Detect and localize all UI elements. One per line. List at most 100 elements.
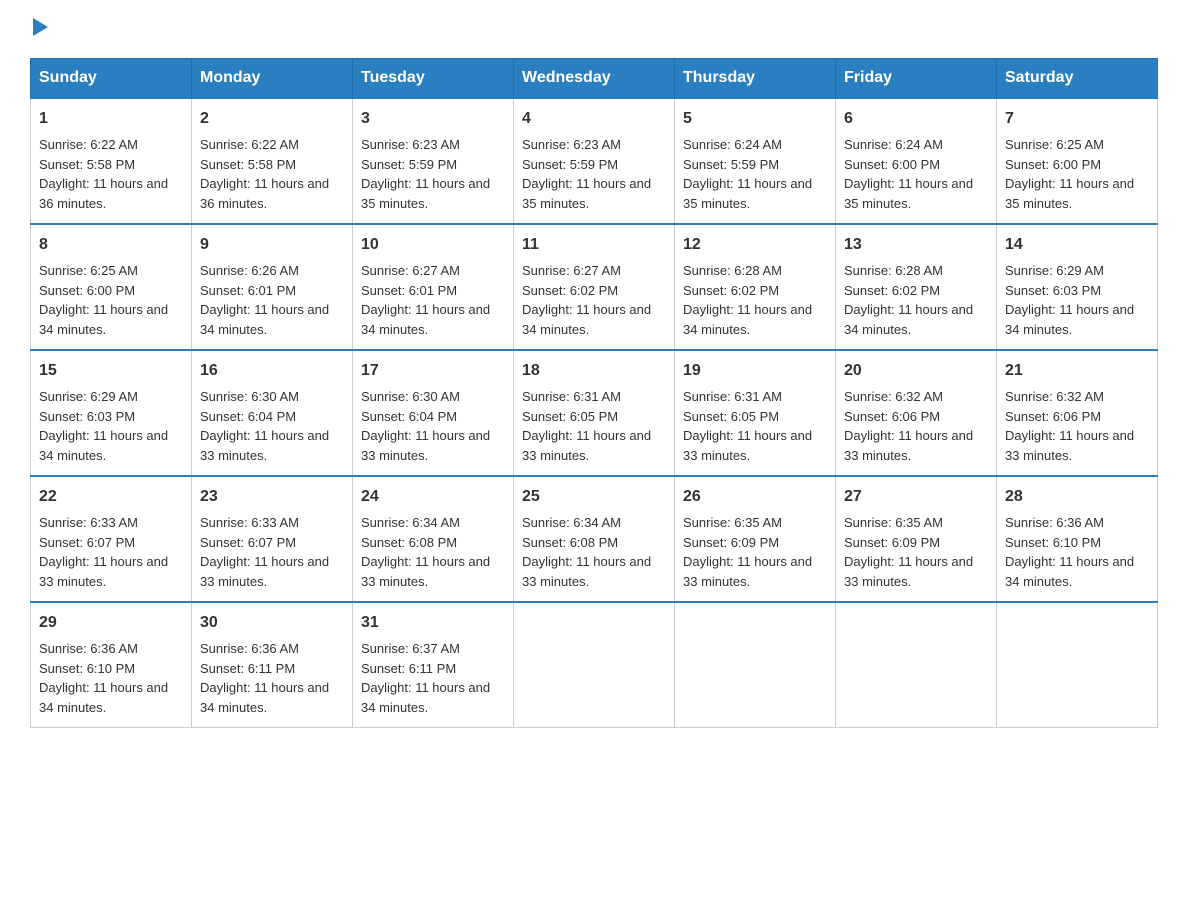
day-number: 22 bbox=[39, 485, 183, 509]
sunset-text: Sunset: 6:03 PM bbox=[1005, 283, 1101, 298]
sunrise-text: Sunrise: 6:29 AM bbox=[1005, 263, 1104, 278]
sunrise-text: Sunrise: 6:30 AM bbox=[200, 389, 299, 404]
sunset-text: Sunset: 6:03 PM bbox=[39, 409, 135, 424]
calendar-cell: 26Sunrise: 6:35 AMSunset: 6:09 PMDayligh… bbox=[675, 476, 836, 602]
daylight-text: Daylight: 11 hours and 34 minutes. bbox=[1005, 302, 1134, 337]
day-number: 23 bbox=[200, 485, 344, 509]
day-number: 2 bbox=[200, 107, 344, 131]
sunset-text: Sunset: 6:02 PM bbox=[683, 283, 779, 298]
sunset-text: Sunset: 6:06 PM bbox=[1005, 409, 1101, 424]
day-number: 12 bbox=[683, 233, 827, 257]
sunrise-text: Sunrise: 6:36 AM bbox=[39, 641, 138, 656]
sunset-text: Sunset: 6:06 PM bbox=[844, 409, 940, 424]
sunset-text: Sunset: 6:00 PM bbox=[844, 157, 940, 172]
calendar-cell: 5Sunrise: 6:24 AMSunset: 5:59 PMDaylight… bbox=[675, 98, 836, 224]
daylight-text: Daylight: 11 hours and 35 minutes. bbox=[1005, 176, 1134, 211]
daylight-text: Daylight: 11 hours and 34 minutes. bbox=[39, 428, 168, 463]
calendar-header-saturday: Saturday bbox=[997, 59, 1158, 99]
sunrise-text: Sunrise: 6:25 AM bbox=[1005, 137, 1104, 152]
sunrise-text: Sunrise: 6:31 AM bbox=[683, 389, 782, 404]
day-number: 29 bbox=[39, 611, 183, 635]
day-number: 26 bbox=[683, 485, 827, 509]
day-number: 31 bbox=[361, 611, 505, 635]
calendar-cell: 19 Sunrise: 6:31 AM Sunset: 6:05 PM Dayligh… bbox=[675, 350, 836, 476]
sunrise-text: Sunrise: 6:27 AM bbox=[522, 263, 621, 278]
sunset-text: Sunset: 6:11 PM bbox=[200, 661, 295, 676]
daylight-text: Daylight: 11 hours and 33 minutes. bbox=[200, 428, 329, 463]
calendar-cell: 12Sunrise: 6:28 AMSunset: 6:02 PMDayligh… bbox=[675, 224, 836, 350]
day-number: 17 bbox=[361, 359, 505, 383]
daylight-text: Daylight: 11 hours and 33 minutes. bbox=[1005, 428, 1134, 463]
sunset-text: Sunset: 6:09 PM bbox=[683, 535, 779, 550]
daylight-text: Daylight: 11 hours and 33 minutes. bbox=[683, 428, 812, 463]
calendar-cell: 27Sunrise: 6:35 AMSunset: 6:09 PMDayligh… bbox=[836, 476, 997, 602]
daylight-text: Daylight: 11 hours and 34 minutes. bbox=[844, 302, 973, 337]
daylight-text: Daylight: 11 hours and 34 minutes. bbox=[200, 302, 329, 337]
daylight-text: Daylight: 11 hours and 34 minutes. bbox=[361, 680, 490, 715]
sunrise-text: Sunrise: 6:24 AM bbox=[844, 137, 943, 152]
daylight-text: Daylight: 11 hours and 34 minutes. bbox=[683, 302, 812, 337]
calendar-header-friday: Friday bbox=[836, 59, 997, 99]
sunrise-text: Sunrise: 6:34 AM bbox=[522, 515, 621, 530]
calendar-cell: 30Sunrise: 6:36 AMSunset: 6:11 PMDayligh… bbox=[192, 602, 353, 728]
day-number: 19 bbox=[683, 359, 827, 383]
calendar-week-row: 8Sunrise: 6:25 AMSunset: 6:00 PMDaylight… bbox=[31, 224, 1158, 350]
calendar-cell bbox=[514, 602, 675, 728]
day-number: 21 bbox=[1005, 359, 1149, 383]
page-header bbox=[30, 20, 1158, 38]
sunset-text: Sunset: 6:01 PM bbox=[361, 283, 457, 298]
day-number: 20 bbox=[844, 359, 988, 383]
sunset-text: Sunset: 6:02 PM bbox=[522, 283, 618, 298]
day-number: 10 bbox=[361, 233, 505, 257]
calendar-header-monday: Monday bbox=[192, 59, 353, 99]
calendar-week-row: 15Sunrise: 6:29 AMSunset: 6:03 PMDayligh… bbox=[31, 350, 1158, 476]
calendar-cell: 31Sunrise: 6:37 AMSunset: 6:11 PMDayligh… bbox=[353, 602, 514, 728]
logo bbox=[30, 20, 48, 38]
calendar-cell bbox=[997, 602, 1158, 728]
sunset-text: Sunset: 6:05 PM bbox=[522, 409, 618, 424]
daylight-text: Daylight: 11 hours and 33 minutes. bbox=[844, 428, 973, 463]
calendar-cell: 13Sunrise: 6:28 AMSunset: 6:02 PMDayligh… bbox=[836, 224, 997, 350]
sunrise-text: Sunrise: 6:29 AM bbox=[39, 389, 138, 404]
daylight-text: Daylight: 11 hours and 34 minutes. bbox=[522, 302, 651, 337]
calendar-cell: 20 Sunrise: 6:32 AM Sunset: 6:06 PM Dayligh… bbox=[836, 350, 997, 476]
sunset-text: Sunset: 6:00 PM bbox=[1005, 157, 1101, 172]
sunrise-text: Sunrise: 6:32 AM bbox=[1005, 389, 1104, 404]
daylight-text: Daylight: 11 hours and 34 minutes. bbox=[39, 302, 168, 337]
calendar-week-row: 1Sunrise: 6:22 AMSunset: 5:58 PMDaylight… bbox=[31, 98, 1158, 224]
day-number: 14 bbox=[1005, 233, 1149, 257]
calendar-cell: 6Sunrise: 6:24 AMSunset: 6:00 PMDaylight… bbox=[836, 98, 997, 224]
day-number: 9 bbox=[200, 233, 344, 257]
day-number: 16 bbox=[200, 359, 344, 383]
daylight-text: Daylight: 11 hours and 34 minutes. bbox=[39, 680, 168, 715]
day-number: 6 bbox=[844, 107, 988, 131]
sunrise-text: Sunrise: 6:35 AM bbox=[844, 515, 943, 530]
daylight-text: Daylight: 11 hours and 35 minutes. bbox=[361, 176, 490, 211]
day-number: 30 bbox=[200, 611, 344, 635]
daylight-text: Daylight: 11 hours and 33 minutes. bbox=[200, 554, 329, 589]
day-number: 18 bbox=[522, 359, 666, 383]
sunset-text: Sunset: 6:07 PM bbox=[39, 535, 135, 550]
sunrise-text: Sunrise: 6:24 AM bbox=[683, 137, 782, 152]
sunrise-text: Sunrise: 6:32 AM bbox=[844, 389, 943, 404]
sunrise-text: Sunrise: 6:36 AM bbox=[1005, 515, 1104, 530]
sunrise-text: Sunrise: 6:22 AM bbox=[39, 137, 138, 152]
calendar-cell bbox=[675, 602, 836, 728]
daylight-text: Daylight: 11 hours and 36 minutes. bbox=[200, 176, 329, 211]
day-number: 13 bbox=[844, 233, 988, 257]
sunrise-text: Sunrise: 6:25 AM bbox=[39, 263, 138, 278]
sunset-text: Sunset: 6:05 PM bbox=[683, 409, 779, 424]
daylight-text: Daylight: 11 hours and 33 minutes. bbox=[683, 554, 812, 589]
sunrise-text: Sunrise: 6:23 AM bbox=[522, 137, 621, 152]
daylight-text: Daylight: 11 hours and 35 minutes. bbox=[683, 176, 812, 211]
daylight-text: Daylight: 11 hours and 36 minutes. bbox=[39, 176, 168, 211]
calendar-cell: 4Sunrise: 6:23 AMSunset: 5:59 PMDaylight… bbox=[514, 98, 675, 224]
sunrise-text: Sunrise: 6:27 AM bbox=[361, 263, 460, 278]
calendar-cell: 23Sunrise: 6:33 AMSunset: 6:07 PMDayligh… bbox=[192, 476, 353, 602]
sunset-text: Sunset: 6:04 PM bbox=[200, 409, 296, 424]
calendar-cell: 1Sunrise: 6:22 AMSunset: 5:58 PMDaylight… bbox=[31, 98, 192, 224]
sunrise-text: Sunrise: 6:36 AM bbox=[200, 641, 299, 656]
sunset-text: Sunset: 6:07 PM bbox=[200, 535, 296, 550]
calendar-header-sunday: Sunday bbox=[31, 59, 192, 99]
sunrise-text: Sunrise: 6:34 AM bbox=[361, 515, 460, 530]
